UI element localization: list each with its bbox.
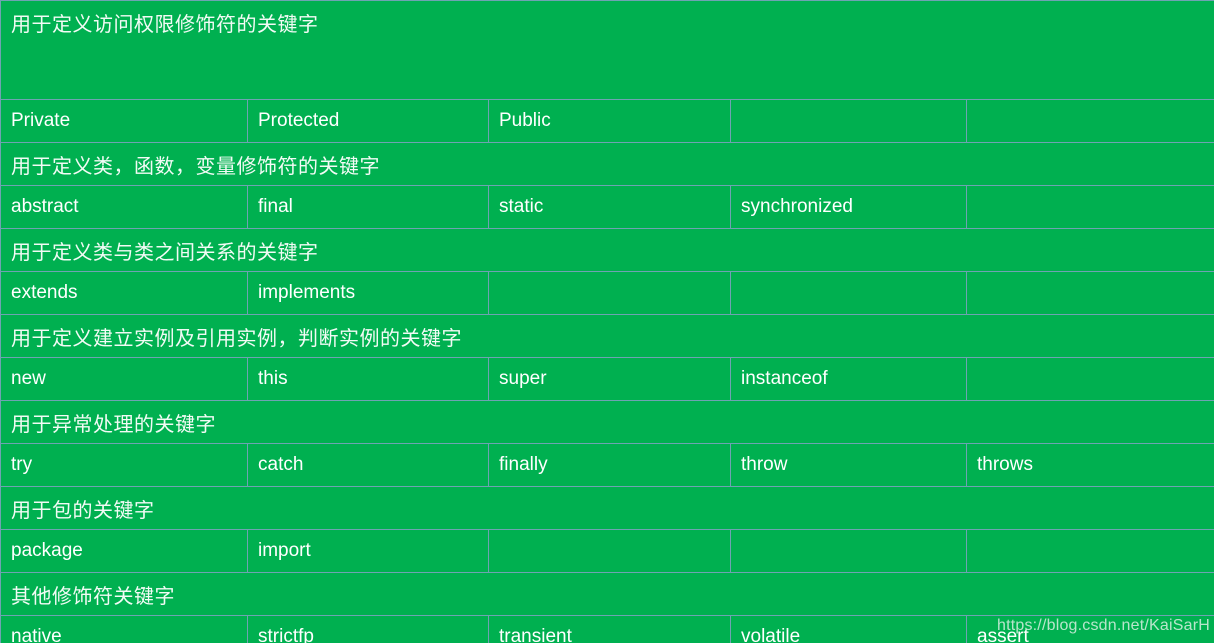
keyword-cell: volatile	[730, 615, 967, 643]
screenshot-canvas: 用于定义访问权限修饰符的关键字 Private Protected Public…	[0, 0, 1214, 643]
section-heading-text: 用于定义建立实例及引用实例，判断实例的关键字	[11, 327, 462, 350]
section-heading-text: 用于定义类，函数，变量修饰符的关键字	[11, 155, 380, 178]
section-heading-text: 其他修饰符关键字	[11, 585, 175, 608]
keyword-text: static	[499, 196, 544, 217]
keyword-cell	[965, 99, 1214, 143]
keyword-text: package	[11, 540, 83, 561]
keyword-text: instanceof	[741, 368, 828, 389]
keyword-text: extends	[11, 282, 78, 303]
keyword-cell: strictfp	[247, 615, 489, 643]
section-heading-cell: 用于定义访问权限修饰符的关键字	[0, 0, 1214, 100]
section-heading-cell: 用于定义类与类之间关系的关键字	[0, 228, 1214, 272]
keyword-cell: import	[247, 529, 489, 573]
keyword-cell: native	[0, 615, 248, 643]
keyword-text: throw	[741, 454, 788, 475]
keyword-cell: final	[247, 185, 489, 229]
keyword-cell	[965, 529, 1214, 573]
keyword-text: import	[258, 540, 311, 561]
keyword-cell: transient	[488, 615, 731, 643]
keyword-text: new	[11, 368, 46, 389]
table-row: abstract final static synchronized	[0, 185, 1214, 229]
section-heading-row: 用于定义访问权限修饰符的关键字	[0, 0, 1214, 100]
keyword-text: volatile	[741, 626, 801, 643]
keyword-text: this	[258, 368, 288, 389]
section-heading-text: 用于定义访问权限修饰符的关键字	[11, 14, 319, 36]
keyword-cell	[730, 271, 967, 315]
section-heading-text: 用于包的关键字	[11, 499, 155, 522]
table-row: native strictfp transient volatile asser…	[0, 615, 1214, 643]
section-heading-row: 用于定义类与类之间关系的关键字	[0, 228, 1214, 272]
section-heading-cell: 用于异常处理的关键字	[0, 400, 1214, 444]
keyword-cell	[488, 271, 731, 315]
keyword-cell	[488, 529, 731, 573]
keyword-cell: implements	[247, 271, 489, 315]
keyword-cell: this	[247, 357, 489, 401]
keyword-cell: new	[0, 357, 248, 401]
keyword-text: finally	[499, 454, 548, 475]
keyword-text: assert	[977, 626, 1029, 643]
table-row: package import	[0, 529, 1214, 573]
table-body: 用于定义访问权限修饰符的关键字 Private Protected Public…	[0, 0, 1214, 643]
section-heading-row: 其他修饰符关键字	[0, 572, 1214, 616]
section-heading-row: 用于定义类，函数，变量修饰符的关键字	[0, 142, 1214, 186]
keyword-text: native	[11, 626, 62, 643]
keyword-text: Private	[11, 110, 71, 131]
keyword-text: final	[258, 196, 293, 217]
keyword-cell	[965, 185, 1214, 229]
keyword-cell: try	[0, 443, 248, 487]
section-heading-text: 用于异常处理的关键字	[11, 413, 216, 436]
keyword-text: abstract	[11, 196, 79, 217]
keyword-cell: extends	[0, 271, 248, 315]
keyword-cell: package	[0, 529, 248, 573]
section-heading-row: 用于包的关键字	[0, 486, 1214, 530]
keyword-text: catch	[258, 454, 304, 475]
keyword-cell: catch	[247, 443, 489, 487]
section-heading-row: 用于异常处理的关键字	[0, 400, 1214, 444]
keyword-cell: Private	[0, 99, 248, 143]
java-keywords-table: 用于定义访问权限修饰符的关键字 Private Protected Public…	[0, 0, 1214, 643]
table-row: extends implements	[0, 271, 1214, 315]
keyword-cell: abstract	[0, 185, 248, 229]
keyword-cell: finally	[488, 443, 731, 487]
keyword-cell: assert	[965, 615, 1214, 643]
keyword-cell	[730, 529, 967, 573]
keyword-cell: Protected	[247, 99, 489, 143]
keyword-cell: synchronized	[730, 185, 967, 229]
section-heading-cell: 用于定义类，函数，变量修饰符的关键字	[0, 142, 1214, 186]
keyword-cell: throws	[965, 443, 1214, 487]
keyword-text: implements	[258, 282, 356, 303]
keyword-cell: throw	[730, 443, 967, 487]
keyword-cell	[965, 357, 1214, 401]
keyword-cell: super	[488, 357, 731, 401]
keyword-cell: Public	[488, 99, 731, 143]
keyword-text: super	[499, 368, 547, 389]
keyword-text: synchronized	[741, 196, 853, 217]
keyword-text: strictfp	[258, 626, 314, 643]
keyword-text: transient	[499, 626, 572, 643]
keyword-text: Public	[499, 110, 551, 131]
keyword-cell	[965, 271, 1214, 315]
keyword-text: throws	[977, 454, 1033, 475]
section-heading-text: 用于定义类与类之间关系的关键字	[11, 241, 319, 264]
keyword-cell: instanceof	[730, 357, 967, 401]
section-heading-row: 用于定义建立实例及引用实例，判断实例的关键字	[0, 314, 1214, 358]
keyword-cell	[730, 99, 967, 143]
table-row: new this super instanceof	[0, 357, 1214, 401]
keyword-text: try	[11, 454, 33, 475]
keyword-text: Protected	[258, 110, 340, 131]
table-row: Private Protected Public	[0, 99, 1214, 143]
keyword-cell: static	[488, 185, 731, 229]
section-heading-cell: 用于包的关键字	[0, 486, 1214, 530]
section-heading-cell: 用于定义建立实例及引用实例，判断实例的关键字	[0, 314, 1214, 358]
table-row: try catch finally throw throws	[0, 443, 1214, 487]
section-heading-cell: 其他修饰符关键字	[0, 572, 1214, 616]
